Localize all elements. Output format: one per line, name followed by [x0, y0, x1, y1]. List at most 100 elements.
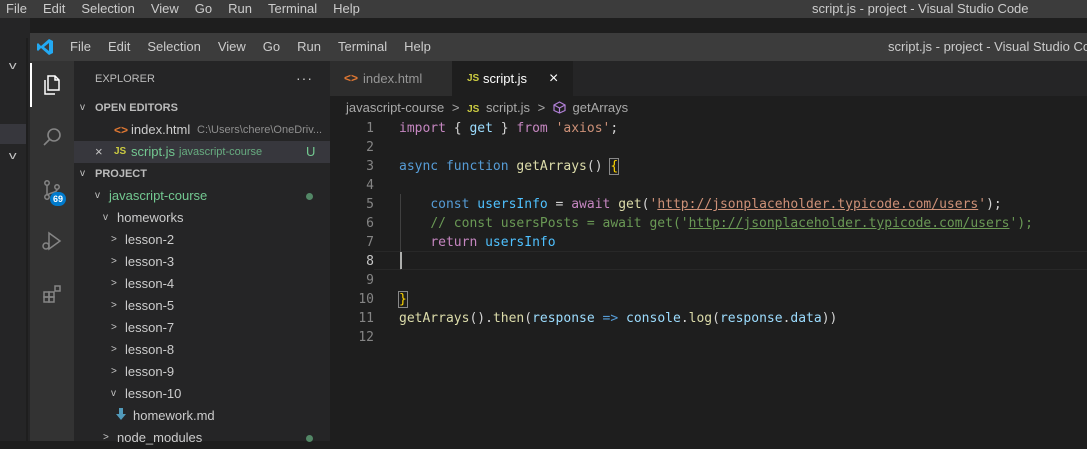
breadcrumb-symbol[interactable]: getArrays: [573, 100, 629, 115]
tab-label: script.js: [483, 71, 528, 86]
code-line: // const usersPosts = await get('http://…: [430, 216, 1033, 231]
tree-item[interactable]: > lesson-7: [74, 317, 330, 339]
tree-item[interactable]: v homeworks: [74, 207, 330, 229]
menu-file[interactable]: File: [70, 33, 91, 61]
tree-item[interactable]: > lesson-9: [74, 361, 330, 383]
text-cursor: [400, 252, 402, 269]
tree-item-label: lesson-7: [125, 320, 175, 335]
open-editors-section[interactable]: v OPEN EDITORS: [74, 97, 330, 119]
close-icon[interactable]: ×: [95, 141, 103, 163]
line-number: 11: [358, 311, 374, 326]
tree-item[interactable]: homework.md: [74, 405, 330, 427]
project-section[interactable]: v PROJECT: [74, 163, 330, 185]
open-editors-label: OPEN EDITORS: [95, 102, 178, 114]
tree-item[interactable]: > lesson-2: [74, 229, 330, 251]
project-label: PROJECT: [95, 168, 147, 180]
search-icon[interactable]: [30, 115, 74, 159]
vscode-logo-icon: [37, 39, 53, 55]
outer-menu-selection[interactable]: Selection: [81, 0, 134, 18]
more-actions-icon[interactable]: ···: [296, 66, 313, 90]
markdown-icon: [115, 406, 127, 428]
code-line: import { get } from 'axios';: [399, 121, 619, 136]
outer-menu-bar: File Edit Selection View Go Run Terminal…: [6, 0, 376, 18]
open-editor-filename: index.html: [131, 122, 191, 137]
tree-item-label: lesson-8: [125, 342, 175, 357]
tree-item-label: lesson-2: [125, 232, 175, 247]
outer-window-title: script.js - project - Visual Studio Code: [812, 1, 1029, 16]
tree-item[interactable]: v lesson-10: [74, 383, 330, 405]
html-file-icon: <>: [344, 71, 359, 85]
tree-item[interactable]: > node_modules: [74, 427, 330, 449]
background-divider: [26, 38, 28, 441]
outer-menu-run[interactable]: Run: [228, 0, 252, 18]
open-editor-item[interactable]: <> index.html C:\Users\chere\OneDriv...: [74, 119, 330, 141]
line-number: 7: [366, 235, 374, 250]
code-line: }: [398, 291, 408, 308]
menu-selection[interactable]: Selection: [147, 33, 200, 61]
outer-menu-terminal[interactable]: Terminal: [268, 0, 317, 18]
chevron-right-icon: >: [111, 322, 117, 333]
chevron-down-icon: v: [103, 212, 108, 223]
chevron-right-icon: >: [111, 366, 117, 377]
chevron-down-icon[interactable]: v: [9, 150, 17, 162]
tree-item-label: lesson-10: [125, 386, 182, 401]
source-control-icon[interactable]: [30, 168, 74, 212]
tree-item[interactable]: > lesson-4: [74, 273, 330, 295]
menu-run[interactable]: Run: [297, 33, 321, 61]
menu-go[interactable]: Go: [263, 33, 280, 61]
outer-menu-view[interactable]: View: [151, 0, 179, 18]
chevron-down-icon: v: [95, 190, 100, 201]
tree-item[interactable]: > lesson-3: [74, 251, 330, 273]
breadcrumb: javascript-course > JS script.js > getAr…: [346, 97, 628, 121]
code-line: async function getArrays() {: [399, 158, 620, 175]
tree-item[interactable]: v javascript-course: [74, 185, 330, 207]
line-number: 9: [366, 273, 374, 288]
chevron-down-icon: v: [111, 388, 116, 399]
breadcrumb-file[interactable]: script.js: [486, 100, 530, 115]
chevron-right-icon: >: [111, 256, 117, 267]
extensions-icon[interactable]: [30, 272, 74, 316]
symbol-method-icon: [553, 99, 566, 121]
js-file-icon: JS: [467, 104, 480, 115]
chevron-right-icon: >: [111, 234, 117, 245]
line-number: 4: [366, 178, 374, 193]
tab-index-html[interactable]: <> index.html: [330, 61, 452, 96]
chevron-right-icon: >: [103, 432, 109, 443]
js-file-icon: JS: [114, 146, 127, 157]
files-icon[interactable]: [30, 63, 74, 107]
outer-menu-go[interactable]: Go: [195, 0, 212, 18]
menu-view[interactable]: View: [218, 33, 246, 61]
menu-bar: File Edit Selection View Go Run Terminal…: [70, 33, 448, 61]
line-number: 1: [366, 121, 374, 136]
outer-menu-edit[interactable]: Edit: [43, 0, 65, 18]
tree-item-label: lesson-3: [125, 254, 175, 269]
code-line: return usersInfo: [430, 235, 556, 250]
chevron-right-icon: >: [451, 100, 460, 115]
tree-item[interactable]: > lesson-5: [74, 295, 330, 317]
js-file-icon: JS: [467, 73, 480, 84]
line-number: 5: [366, 197, 374, 212]
background-selected-row: [0, 124, 26, 144]
chevron-right-icon: >: [537, 100, 546, 115]
source-control-badge: 69: [50, 192, 66, 206]
html-file-icon: <>: [114, 123, 129, 137]
chevron-right-icon: >: [111, 278, 117, 289]
line-number: 3: [366, 159, 374, 174]
open-editor-item[interactable]: × JS script.js javascript-course U: [74, 141, 330, 163]
breadcrumb-folder[interactable]: javascript-course: [346, 100, 444, 115]
outer-menu-file[interactable]: File: [6, 0, 27, 18]
tab-script-js[interactable]: JS script.js ×: [452, 61, 573, 96]
menu-edit[interactable]: Edit: [108, 33, 130, 61]
outer-menu-help[interactable]: Help: [333, 0, 360, 18]
chevron-down-icon[interactable]: v: [9, 60, 17, 72]
debug-icon[interactable]: [30, 219, 74, 263]
menu-terminal[interactable]: Terminal: [338, 33, 387, 61]
tab-label: index.html: [363, 71, 423, 86]
close-icon[interactable]: ×: [549, 61, 558, 96]
line-number: 6: [366, 216, 374, 231]
open-editor-path: javascript-course: [179, 146, 263, 158]
tree-item[interactable]: > lesson-8: [74, 339, 330, 361]
menu-help[interactable]: Help: [404, 33, 431, 61]
tree-item-label: lesson-9: [125, 364, 175, 379]
tree-item-label: homework.md: [133, 408, 215, 423]
